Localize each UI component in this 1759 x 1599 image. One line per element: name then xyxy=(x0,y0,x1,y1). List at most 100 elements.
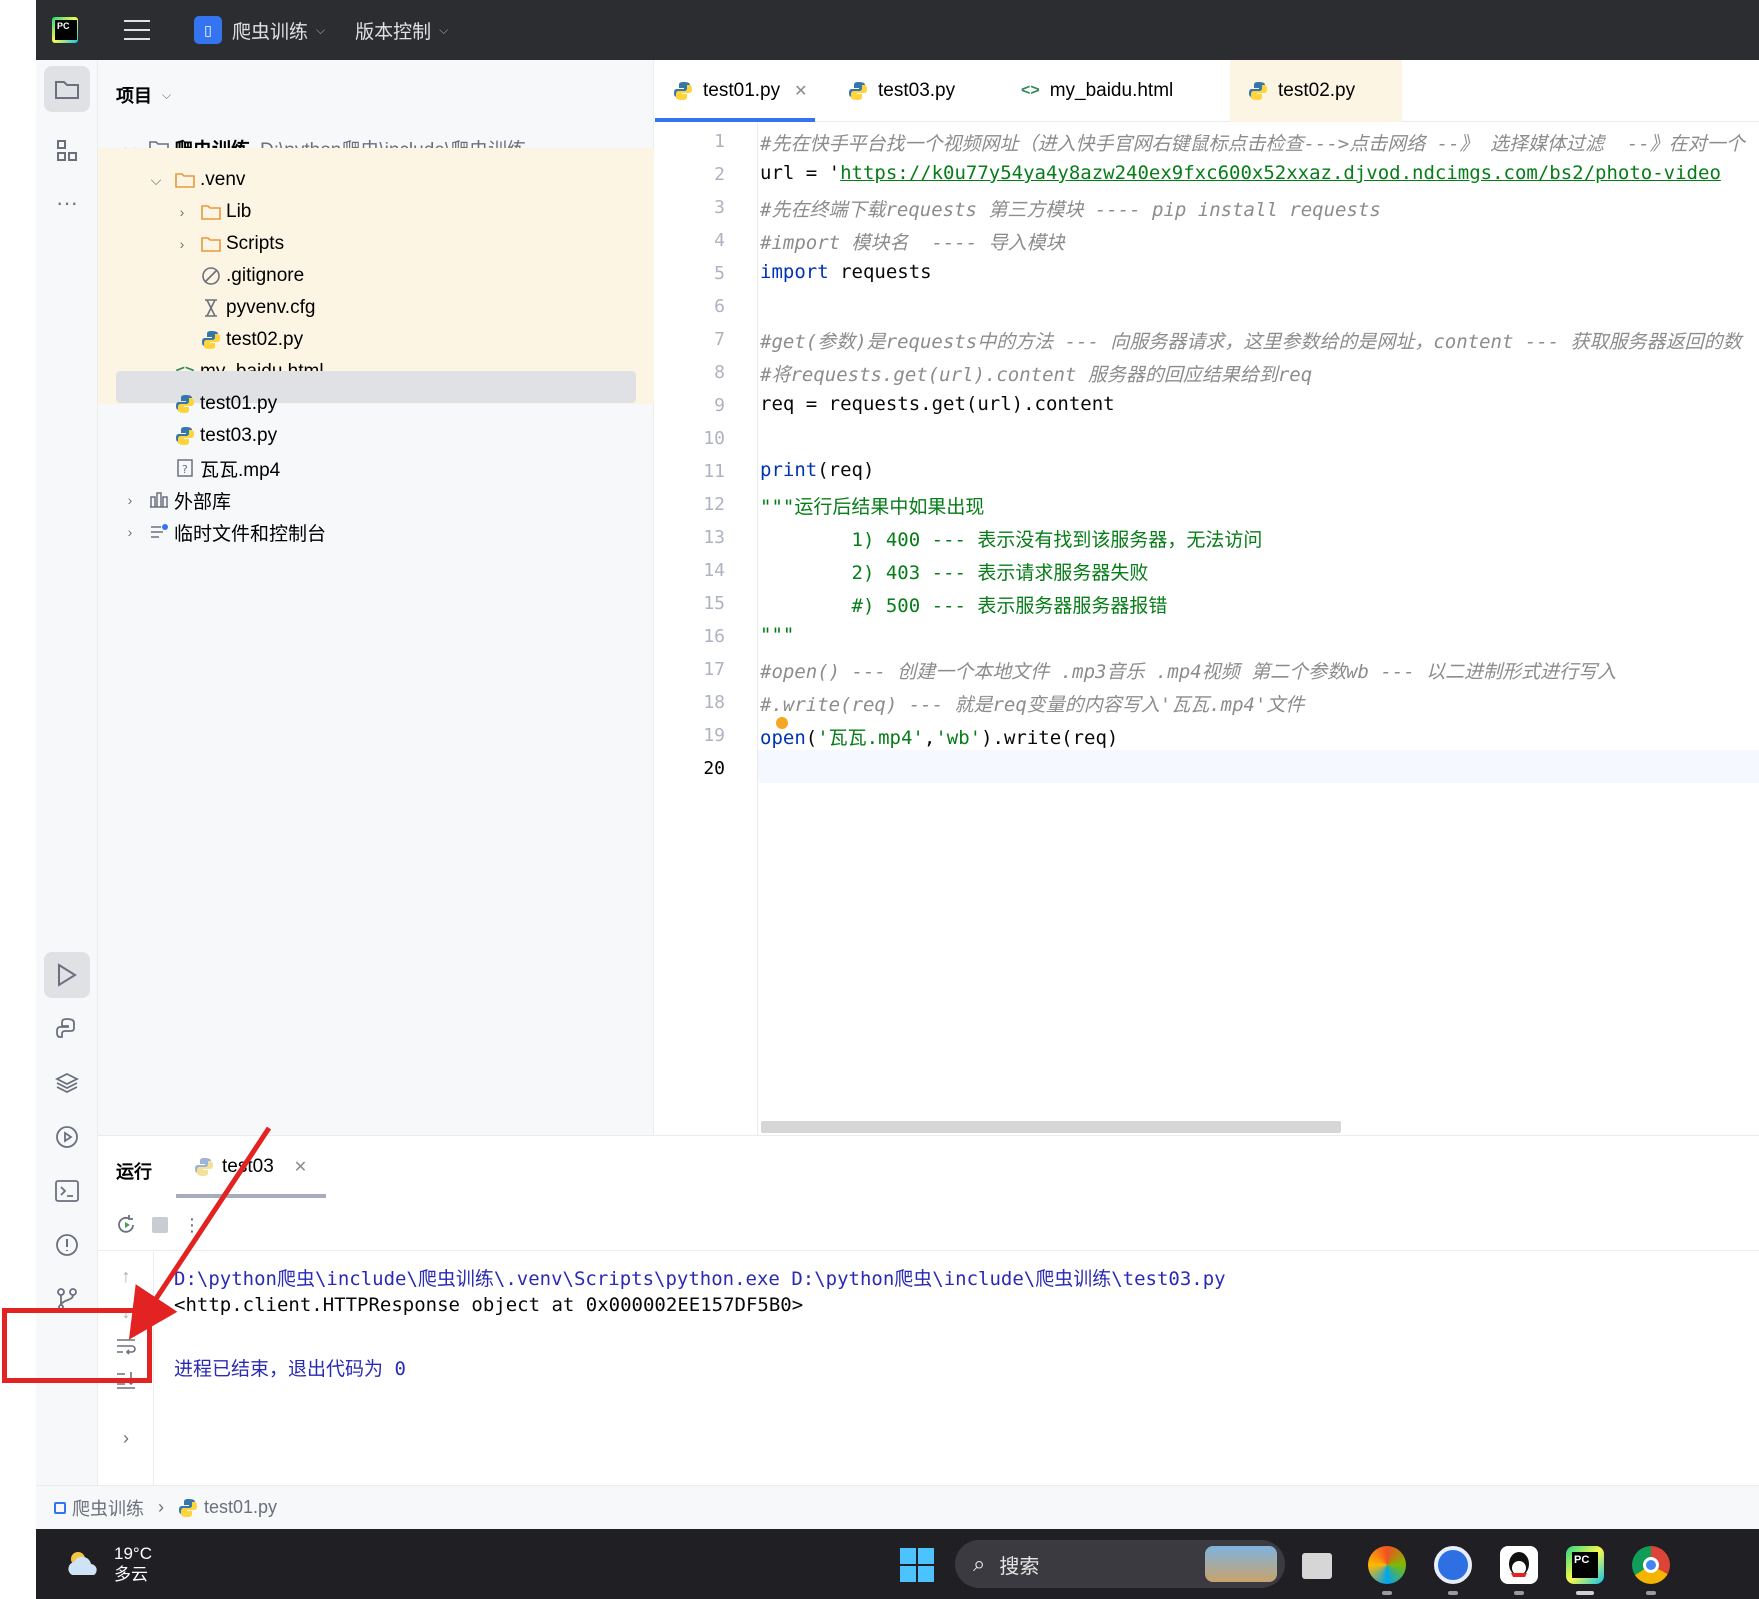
line-number: 11 xyxy=(703,461,725,482)
chevron-right-icon[interactable]: › xyxy=(174,204,190,220)
tab-my-baidu[interactable]: <> my_baidu.html xyxy=(1003,60,1203,122)
rerun-icon[interactable] xyxy=(112,1211,140,1239)
library-icon xyxy=(148,490,170,510)
tree-item-venv[interactable]: ⌵ .venv xyxy=(98,162,654,198)
vcs-menu-label: 版本控制 xyxy=(355,21,432,43)
chevron-down-icon[interactable]: ⌵ xyxy=(148,172,164,189)
chrome-icon[interactable] xyxy=(1632,1546,1670,1584)
more-tools-icon[interactable]: ··· xyxy=(44,180,90,226)
tree-item-lib[interactable]: › Lib xyxy=(98,194,654,230)
vcs-menu[interactable]: 版本控制 ⌵ xyxy=(355,17,448,44)
line-number: 8 xyxy=(714,362,725,383)
tab-test02[interactable]: test02.py xyxy=(1230,60,1402,122)
more-options-icon[interactable]: ⋮ xyxy=(178,1211,206,1239)
problems-button[interactable] xyxy=(44,1222,90,1268)
tree-item-test01[interactable]: test01.py xyxy=(98,386,654,422)
run-tool-button[interactable] xyxy=(44,952,90,998)
code-number: 500 xyxy=(885,595,921,617)
close-icon[interactable]: ✕ xyxy=(794,81,807,101)
breadcrumb-project[interactable]: 爬虫训练 xyxy=(72,1495,144,1521)
tree-item-scripts[interactable]: › Scripts xyxy=(98,226,654,262)
taskbar-search[interactable]: ⌕ 搜索 xyxy=(955,1540,1285,1588)
tree-item-gitignore[interactable]: .gitignore xyxy=(98,258,654,294)
weather-widget[interactable]: 19°C 多云 xyxy=(114,1543,152,1585)
python-console-button[interactable] xyxy=(44,1006,90,1052)
python-icon xyxy=(174,394,196,414)
tab-test01[interactable]: test01.py ✕ xyxy=(655,60,815,122)
url-link[interactable]: https://k0u77y54ya4y8azw240ex9fxc600x52x… xyxy=(840,162,1721,184)
code-number: 400 xyxy=(885,529,921,551)
scroll-up-icon[interactable]: ↑ xyxy=(112,1262,140,1290)
windows-start-icon[interactable] xyxy=(900,1548,934,1582)
horizontal-scrollbar[interactable] xyxy=(761,1121,1341,1133)
line-number: 16 xyxy=(703,626,725,647)
python-icon xyxy=(200,330,222,350)
terminal-button[interactable] xyxy=(44,1168,90,1214)
breadcrumb-file[interactable]: test01.py xyxy=(204,1497,277,1518)
ai-assistant-icon[interactable] xyxy=(1368,1546,1406,1584)
run-panel-title: 运行 xyxy=(116,1162,152,1182)
code-text: ( xyxy=(805,727,818,749)
run-toolbar: ⋮ xyxy=(98,1199,1759,1251)
navigation-bar: 爬虫训练 › test01.py xyxy=(36,1485,1759,1529)
pycharm-taskbar-icon[interactable]: PC xyxy=(1566,1546,1604,1584)
line-number: 9 xyxy=(714,395,725,416)
project-tool-button[interactable] xyxy=(44,66,90,112)
line-number: 10 xyxy=(703,428,725,449)
tree-item-label: test03.py xyxy=(200,425,278,446)
browser-icon[interactable] xyxy=(1434,1546,1472,1584)
structure-tool-button[interactable] xyxy=(44,128,90,174)
code-line-14: 2) 403 --- 表示请求服务器失败 xyxy=(760,558,1149,585)
weather-cloud-icon[interactable] xyxy=(64,1549,104,1579)
tree-item-label: 外部库 xyxy=(174,491,232,513)
chevron-right-icon[interactable]: › xyxy=(122,492,138,508)
chevron-right-icon[interactable]: › xyxy=(174,236,190,252)
run-tab-test03[interactable]: test03 ✕ xyxy=(176,1136,326,1198)
tree-item-test03[interactable]: test03.py xyxy=(98,418,654,454)
task-view-icon[interactable] xyxy=(1302,1553,1332,1579)
line-number: 5 xyxy=(714,263,725,284)
chevron-down-icon: ⌵ xyxy=(439,22,449,37)
chevron-right-icon: › xyxy=(158,1497,164,1517)
weather-condition: 多云 xyxy=(114,1565,148,1584)
project-switcher[interactable]: ▯ 爬虫训练 ⌵ xyxy=(194,16,325,44)
close-icon[interactable]: ✕ xyxy=(294,1157,307,1177)
code-line-13: 1) 400 --- 表示没有找到该服务器，无法访问 xyxy=(760,525,1263,552)
tab-label: test03.py xyxy=(878,80,956,101)
layers-icon xyxy=(55,1072,79,1094)
chevron-right-icon[interactable]: › xyxy=(112,1424,140,1452)
code-text: 2) xyxy=(760,562,886,584)
stop-icon[interactable] xyxy=(146,1211,174,1239)
tab-label: my_baidu.html xyxy=(1049,80,1174,101)
folder-icon xyxy=(174,170,196,190)
main-menu-icon[interactable] xyxy=(124,20,150,40)
code-line-18: #.write(req) --- 就是req变量的内容写入'瓦瓦.mp4'文件 xyxy=(760,694,1305,716)
qq-icon[interactable] xyxy=(1500,1546,1538,1584)
tree-item-label: 瓦瓦.mp4 xyxy=(200,459,281,481)
tree-item-pyvenv[interactable]: pyvenv.cfg xyxy=(98,290,654,326)
line-number: 18 xyxy=(703,692,725,713)
line-number: 12 xyxy=(703,494,725,515)
tree-item-external-libs[interactable]: › 外部库 xyxy=(98,482,654,518)
chevron-right-icon[interactable]: › xyxy=(122,524,138,540)
code-text: (req) xyxy=(817,459,875,481)
tree-item-scratches[interactable]: › 临时文件和控制台 xyxy=(98,514,654,550)
tree-item-mp4[interactable]: ? 瓦瓦.mp4 xyxy=(98,450,654,486)
line-number-gutter: 1 2 3 4 5 6 7 8 9 10 11 12 13 14 15 16 17 18 19 20 xyxy=(655,123,758,1135)
intention-bulb-icon[interactable] xyxy=(776,717,788,729)
html-icon: <> xyxy=(1021,82,1040,99)
tree-item-test02[interactable]: test02.py xyxy=(98,322,654,358)
code-text: requests xyxy=(828,261,932,283)
title-bar: ▯ 爬虫训练 ⌵ 版本控制 ⌵ xyxy=(36,0,1759,60)
services-button[interactable] xyxy=(44,1114,90,1160)
chevron-down-icon: ⌵ xyxy=(162,87,172,102)
line-number: 6 xyxy=(714,296,725,317)
python-packages-button[interactable] xyxy=(44,1060,90,1106)
unknown-file-icon: ? xyxy=(174,458,196,478)
code-text: 1) xyxy=(760,529,886,551)
code-line-15: #) 500 --- 表示服务器服务器报错 xyxy=(760,591,1168,618)
project-panel-header[interactable]: 项目 ⌵ xyxy=(116,82,171,108)
code-editor[interactable]: 1 2 3 4 5 6 7 8 9 10 11 12 13 14 15 16 17 18 19 20 #先在快手平台找… xyxy=(655,123,1759,1135)
tab-test03[interactable]: test03.py xyxy=(830,60,980,122)
console-command-line: D:\python爬虫\include\爬虫训练\.venv\Scripts\p… xyxy=(174,1268,1226,1290)
